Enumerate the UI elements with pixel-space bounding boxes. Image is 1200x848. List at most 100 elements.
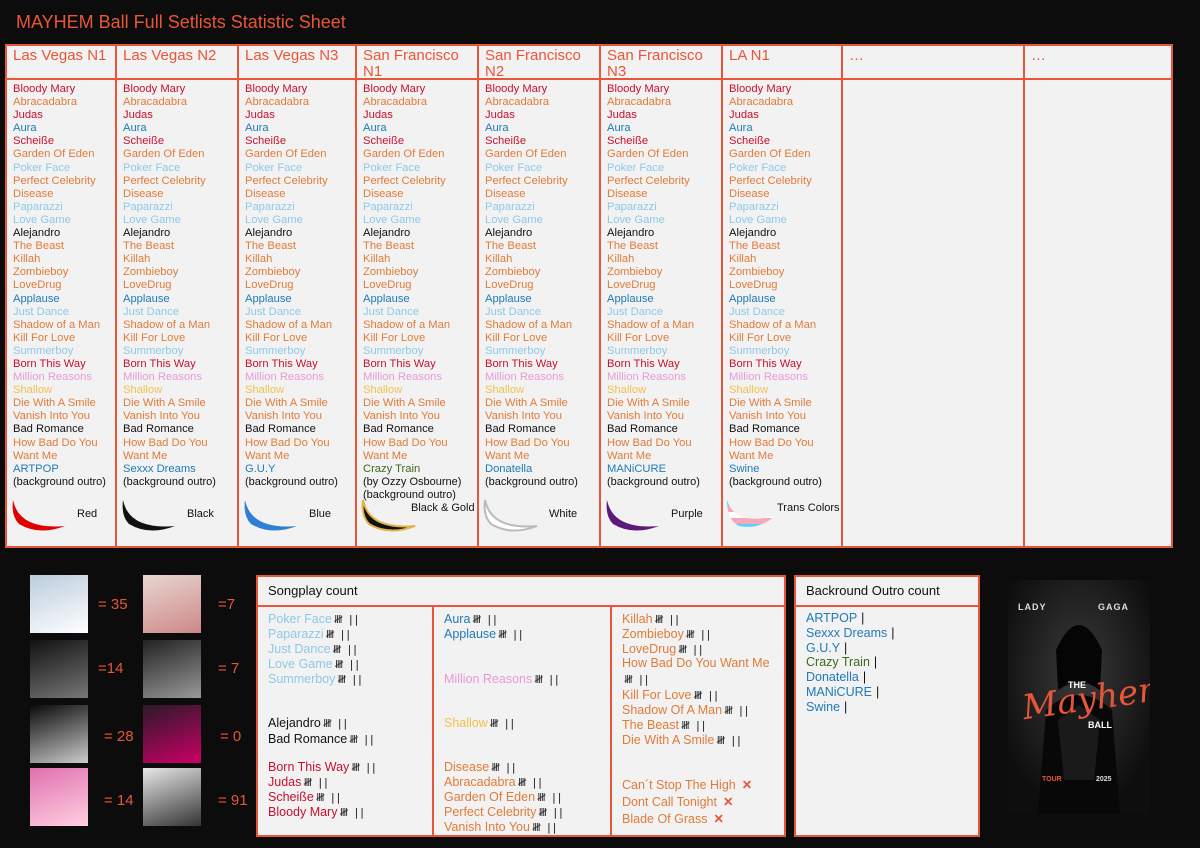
setlist-song: Abracadabra <box>13 96 78 109</box>
tally-marks: 𝍸 || <box>693 689 719 702</box>
songplay-song: Perfect Celebrity <box>444 805 537 819</box>
setlist-song: Poker Face <box>729 161 787 174</box>
songplay-song: Alejandro <box>268 716 321 730</box>
album-chromatica-cover <box>143 705 201 763</box>
setlist-song: Vanish Into You <box>729 410 806 423</box>
setlist-song: Million Reasons <box>13 371 92 384</box>
songplay-song: Summerboy <box>268 672 336 686</box>
setlist-song: Zombieboy <box>729 266 785 279</box>
setlist-song: How Bad Do You <box>363 436 448 449</box>
setlist-song: Zombieboy <box>245 266 301 279</box>
setlist-song: Aura <box>245 122 269 135</box>
blade-color-label: White <box>549 508 578 520</box>
setlist-song: Zombieboy <box>607 266 663 279</box>
songplay-song: Shallow <box>444 716 488 730</box>
setlist-song: Bloody Mary <box>245 83 308 95</box>
setlist-song: Judas <box>13 109 43 122</box>
setlist-song: Die With A Smile <box>607 397 690 410</box>
show-column: San Francisco N2 Bloody Mary Abracadabra Ju… <box>479 44 601 548</box>
outro-note: (background outro) <box>245 475 338 488</box>
setlist-song: Summerboy <box>607 344 668 357</box>
setlist-song: Vanish Into You <box>363 410 440 423</box>
outro-title: Backround Outro count <box>806 583 940 598</box>
poster-tour: TOUR <box>1042 776 1062 783</box>
setlist-song: The Beast <box>485 240 536 253</box>
outro-song: G.U.Y <box>806 640 841 655</box>
tally-marks: | <box>844 640 848 655</box>
setlist-song: The Beast <box>363 240 414 253</box>
setlist-song: Abracadabra <box>485 96 550 109</box>
setlist-song: How Bad Do You <box>607 436 692 449</box>
outro-note: (background outro) <box>485 475 578 488</box>
setlist-song: Garden Of Eden <box>729 148 811 161</box>
setlist-song: Garden Of Eden <box>13 148 95 161</box>
setlist-song: Judas <box>123 109 153 122</box>
poster-ball: BALL <box>1088 720 1112 730</box>
setlist-song: Shallow <box>485 384 525 397</box>
setlist-song: Shadow of a Man <box>13 318 101 331</box>
songplay-entry: Vanish Into You 𝍸 || <box>444 819 558 838</box>
setlist-song: Shallow <box>729 384 769 397</box>
outro-entry: Swine | <box>806 700 847 714</box>
blade-color-label: Red <box>77 508 98 520</box>
setlist-song: Abracadabra <box>123 96 188 109</box>
setlist-song: Poker Face <box>607 161 665 174</box>
setlist-song: Kill For Love <box>607 331 670 344</box>
setlist-song: Vanish Into You <box>123 410 200 423</box>
setlist-song: Kill For Love <box>13 331 76 344</box>
show-column: San Francisco N1 Bloody Mary Abracadabra Ju… <box>357 44 479 548</box>
songplay-song: Judas <box>268 775 302 789</box>
setlist-song: Applause <box>123 292 170 305</box>
setlist-song: Poker Face <box>13 161 71 174</box>
tally-marks: 𝍸 || <box>472 613 498 626</box>
setlist-song: Love Game <box>485 213 543 226</box>
setlist-song: How Bad Do You <box>729 436 814 449</box>
songplay-song: Born This Way <box>268 760 350 774</box>
setlist-song: Die With A Smile <box>729 397 812 410</box>
setlist-song: Abracadabra <box>245 96 310 109</box>
tally-marks: 𝍸 || <box>517 776 544 789</box>
setlist-song: Love Game <box>13 213 71 226</box>
setlist-song: Love Game <box>607 213 665 226</box>
setlist-song: Alejandro <box>729 227 777 240</box>
setlist-song: Alejandro <box>123 227 171 240</box>
songplay-song: Can´t Stop The High <box>622 778 736 792</box>
setlist-song: Disease <box>13 187 54 200</box>
tally-marks: 𝍸 || <box>491 761 517 774</box>
not-played-x-icon: ✕ <box>713 812 724 826</box>
album-the-fame-monster-cover <box>30 640 88 698</box>
setlist-song: Aura <box>607 122 631 135</box>
setlist-song: Applause <box>607 292 654 305</box>
setlist-song: Love Game <box>729 213 787 226</box>
setlist-song: Born This Way <box>245 357 318 370</box>
setlist-song: Scheiße <box>607 135 649 148</box>
songplay-song: Shadow Of A Man <box>622 703 723 717</box>
setlist-song: Shallow <box>363 384 403 397</box>
setlist-song: Love Game <box>363 213 421 226</box>
setlist-song: Born This Way <box>363 357 436 370</box>
setlist-song: Kill For Love <box>729 331 792 344</box>
songplay-entry: Dont Call Tonight ✕ <box>622 794 733 809</box>
setlist-song: Aura <box>13 122 37 135</box>
show-name: San Francisco N1 <box>357 46 477 80</box>
setlist-song: Kill For Love <box>363 331 426 344</box>
songplay-entry: Million Reasons 𝍸 || <box>444 671 560 690</box>
surprise-song: ARTPOP <box>13 462 59 475</box>
show-column: Las Vegas N3 Bloody Mary Abracadabra Judas A… <box>239 44 357 548</box>
album-the-fame-cover <box>30 575 88 633</box>
tally-marks: 𝍸 || <box>337 673 363 686</box>
setlist-song: Shadow of a Man <box>245 318 333 331</box>
setlist-song: Paparazzi <box>485 200 535 213</box>
songplay-panel: Songplay count Poker Face 𝍸 || Paparazzi 𝍸 … <box>256 575 786 837</box>
album-count: = 7 <box>218 660 240 677</box>
tally-marks: 𝍸 || <box>332 643 359 656</box>
setlist-song: Perfect Celebrity <box>245 174 328 187</box>
setlist-song: Disease <box>123 187 164 200</box>
setlist-song: Paparazzi <box>123 200 173 213</box>
outro-note: (background outro) <box>123 475 216 488</box>
surprise-song: Crazy Train <box>363 462 421 475</box>
songplay-song: Just Dance <box>268 642 331 656</box>
setlist-song: Born This Way <box>607 357 680 370</box>
poster-year: 2025 <box>1096 776 1112 783</box>
blade-color-label: Black & Gold <box>411 502 475 514</box>
